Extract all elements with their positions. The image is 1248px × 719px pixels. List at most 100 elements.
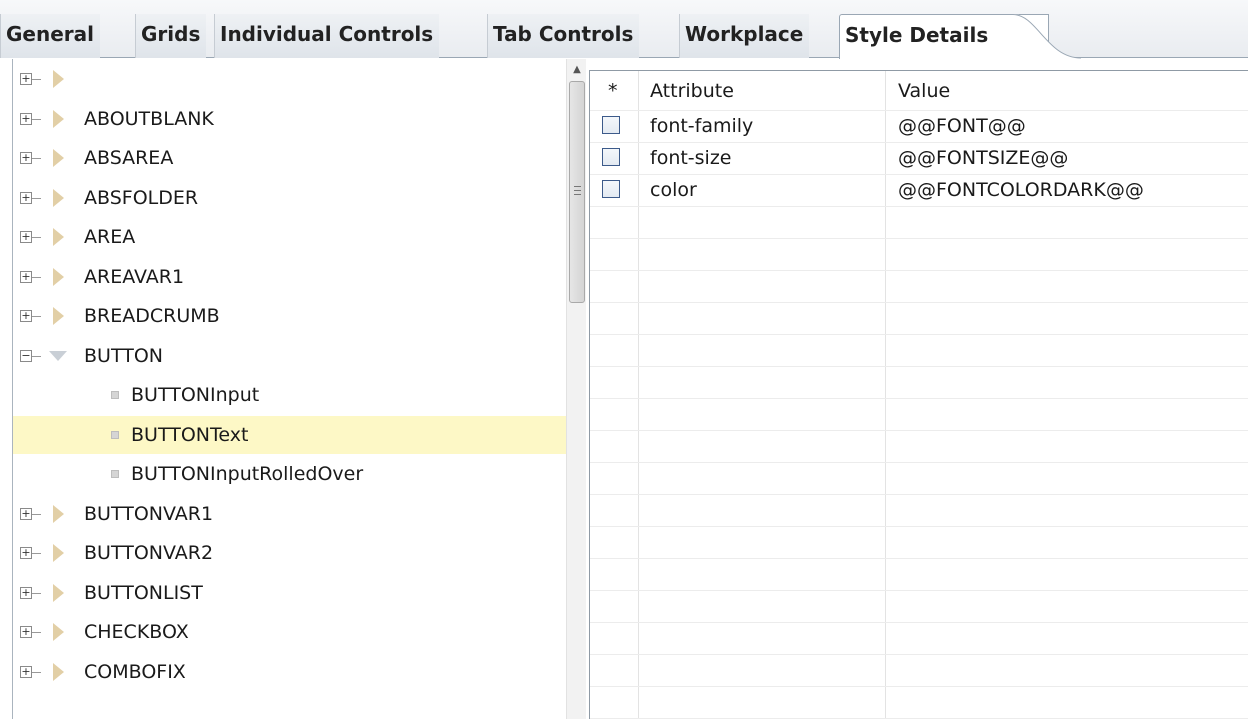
tree-item[interactable]: − BUTTON bbox=[13, 337, 566, 375]
tree-vertical-scrollbar[interactable]: ▲ bbox=[566, 59, 586, 719]
expand-icon[interactable]: + bbox=[20, 586, 41, 599]
empty-row bbox=[590, 303, 1248, 335]
triangle-right-icon bbox=[53, 109, 64, 128]
empty-row bbox=[590, 463, 1248, 495]
triangle-right-icon bbox=[53, 188, 64, 207]
attribute-value[interactable]: @@FONTSIZE@@ bbox=[898, 143, 1068, 173]
tree-item[interactable]: + AREAVAR1 bbox=[13, 258, 566, 296]
leaf-node-icon bbox=[111, 430, 119, 439]
expand-icon[interactable]: + bbox=[20, 626, 41, 638]
tree-item-label: BUTTONLIST bbox=[84, 581, 203, 604]
triangle-right-icon bbox=[53, 583, 64, 602]
header-value[interactable]: Value bbox=[898, 71, 950, 111]
empty-row bbox=[590, 655, 1248, 687]
expand-icon[interactable]: + bbox=[20, 665, 41, 678]
triangle-right-icon bbox=[53, 662, 64, 681]
tab-individual-controls[interactable]: Individual Controls bbox=[214, 14, 440, 58]
expand-icon[interactable]: + bbox=[20, 231, 41, 243]
header-attribute[interactable]: Attribute bbox=[650, 71, 734, 111]
tab-general[interactable]: General bbox=[0, 14, 100, 58]
empty-row bbox=[590, 431, 1248, 463]
attribute-name: font-family bbox=[650, 115, 754, 137]
triangle-right-icon bbox=[53, 149, 64, 167]
tree-item-label: ABOUTBLANK bbox=[84, 107, 214, 130]
empty-row bbox=[590, 271, 1248, 303]
empty-row bbox=[590, 495, 1248, 527]
expand-icon[interactable]: + bbox=[20, 270, 41, 283]
scrollbar-thumb[interactable] bbox=[569, 81, 585, 303]
empty-row bbox=[590, 239, 1248, 271]
empty-row bbox=[590, 591, 1248, 623]
empty-row bbox=[590, 527, 1248, 559]
leaf-node-icon bbox=[111, 470, 119, 478]
tree-item[interactable]: + ABSFOLDER bbox=[13, 179, 566, 217]
expand-icon[interactable]: + bbox=[20, 112, 41, 125]
expand-icon[interactable]: + bbox=[20, 507, 41, 520]
expand-icon[interactable]: + bbox=[20, 547, 41, 559]
triangle-right-icon bbox=[53, 267, 64, 286]
tree-item[interactable]: + BUTTONVAR1 bbox=[13, 495, 566, 533]
tree-item-label: BUTTONInput bbox=[131, 384, 260, 406]
table-row[interactable]: font-family @@FONT@@ bbox=[590, 111, 1248, 143]
attribute-value[interactable]: @@FONT@@ bbox=[898, 111, 1026, 141]
tree-item[interactable]: + ABSAREA bbox=[13, 139, 566, 177]
triangle-right-icon bbox=[53, 504, 64, 523]
attribute-name: color bbox=[650, 179, 697, 201]
leaf-node-icon bbox=[111, 391, 119, 399]
tree-item[interactable]: + BREADCRUMB bbox=[13, 297, 566, 335]
empty-row bbox=[590, 367, 1248, 399]
tree-item[interactable]: + BUTTONLIST bbox=[13, 574, 566, 612]
empty-row bbox=[590, 687, 1248, 719]
triangle-right-icon bbox=[53, 544, 64, 562]
tab-tab-controls[interactable]: Tab Controls bbox=[487, 14, 640, 58]
tree-item[interactable]: + ABOUTBLANK bbox=[13, 100, 566, 138]
empty-row bbox=[590, 559, 1248, 591]
tree-item-label: BREADCRUMB bbox=[84, 305, 220, 327]
tree-item-label: BUTTONText bbox=[131, 423, 249, 446]
attribute-table: * Attribute Value font-family @@FONT@@ f… bbox=[589, 70, 1248, 719]
expand-icon[interactable]: + bbox=[20, 73, 41, 85]
attribute-name: font-size bbox=[650, 147, 732, 169]
tree-child-item[interactable]: BUTTONInput bbox=[13, 376, 566, 414]
expand-icon[interactable]: + bbox=[20, 310, 41, 322]
tab-grids[interactable]: Grids bbox=[135, 14, 207, 58]
tree-item[interactable]: + AREA bbox=[13, 218, 566, 256]
triangle-right-icon bbox=[53, 228, 64, 246]
tree-item[interactable]: + BUTTONVAR2 bbox=[13, 534, 566, 572]
tree-item-label: BUTTONInputRolledOver bbox=[131, 463, 364, 485]
tab-workplace[interactable]: Workplace bbox=[679, 14, 810, 58]
empty-row bbox=[590, 623, 1248, 655]
empty-row bbox=[590, 207, 1248, 239]
row-checkbox[interactable] bbox=[602, 180, 620, 198]
row-checkbox[interactable] bbox=[602, 148, 620, 166]
triangle-right-icon bbox=[53, 70, 64, 88]
table-row[interactable]: font-size @@FONTSIZE@@ bbox=[590, 143, 1248, 175]
tree-item[interactable]: + COMBOFIX bbox=[13, 653, 566, 691]
active-tab-curve bbox=[1007, 14, 1081, 59]
table-row[interactable]: color @@FONTCOLORDARK@@ bbox=[590, 175, 1248, 207]
tree-item-label: BUTTON bbox=[84, 344, 163, 367]
tree-child-item[interactable]: BUTTONText bbox=[13, 415, 566, 454]
expand-icon[interactable]: + bbox=[20, 191, 41, 204]
header-star[interactable]: * bbox=[608, 71, 618, 111]
triangle-down-icon bbox=[49, 350, 67, 361]
tree-item-label: AREA bbox=[84, 226, 136, 248]
tree-item[interactable]: + bbox=[13, 60, 566, 98]
collapse-icon[interactable]: − bbox=[20, 349, 41, 362]
table-header-row: * Attribute Value bbox=[590, 71, 1248, 111]
empty-row bbox=[590, 399, 1248, 431]
tree-item-label: COMBOFIX bbox=[84, 660, 186, 683]
row-checkbox[interactable] bbox=[602, 116, 620, 134]
grip-icon bbox=[574, 186, 581, 195]
attribute-value[interactable]: @@FONTCOLORDARK@@ bbox=[898, 175, 1144, 205]
tree-item-label: CHECKBOX bbox=[84, 621, 189, 643]
tree-item-label: ABSFOLDER bbox=[84, 186, 199, 209]
tree-item[interactable]: + CHECKBOX bbox=[13, 613, 566, 651]
tree-child-item[interactable]: BUTTONInputRolledOver bbox=[13, 455, 566, 493]
triangle-right-icon bbox=[53, 623, 64, 641]
scroll-up-arrow-icon[interactable]: ▲ bbox=[567, 61, 586, 79]
tree-item-label: BUTTONVAR2 bbox=[84, 542, 214, 564]
expand-icon[interactable]: + bbox=[20, 152, 41, 164]
tree-item-label: AREAVAR1 bbox=[84, 265, 185, 288]
tree-item-label: ABSAREA bbox=[84, 147, 174, 169]
